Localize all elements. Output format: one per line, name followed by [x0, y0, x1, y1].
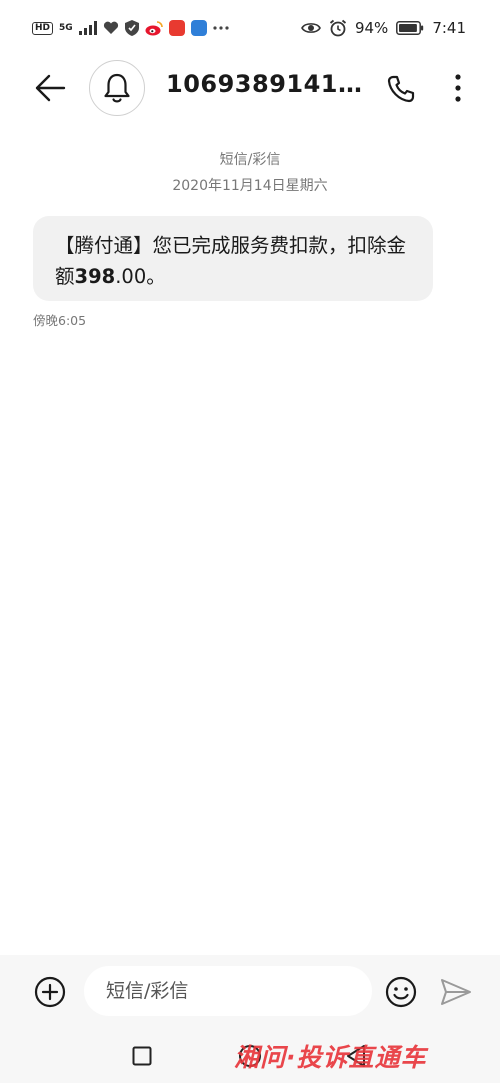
call-button[interactable]	[384, 72, 418, 106]
more-vertical-icon	[455, 74, 461, 102]
bell-icon	[104, 73, 130, 103]
eye-icon	[301, 21, 321, 35]
status-left: HD 5G	[32, 20, 229, 36]
phone-icon	[387, 75, 415, 103]
battery-icon	[396, 21, 424, 35]
network-type: 5G	[59, 22, 73, 33]
shield-icon	[124, 20, 139, 36]
recent-apps-button[interactable]	[132, 1046, 152, 1066]
weibo-icon	[145, 20, 163, 36]
recent-apps-icon	[132, 1046, 152, 1066]
send-button[interactable]	[438, 974, 474, 1010]
more-options-button[interactable]	[446, 70, 470, 106]
status-time: 7:41	[432, 19, 466, 37]
status-right: 94% 7:41	[301, 19, 466, 37]
message-input[interactable]	[84, 966, 372, 1016]
message-bubble[interactable]: 【腾付通】您已完成服务费扣款，扣除金额398.00。	[33, 216, 433, 301]
watermark: 湘问·投诉直通车	[234, 1043, 427, 1072]
contact-number: 10693891414...	[166, 70, 366, 98]
contact-avatar[interactable]	[89, 60, 145, 116]
hd-badge: HD	[32, 21, 54, 35]
app-icon	[190, 20, 207, 36]
send-icon	[441, 979, 471, 1005]
heart-icon	[103, 21, 119, 35]
conversation-header: 10693891414...	[0, 56, 500, 120]
message-time: 傍晚6:05	[33, 313, 87, 328]
more-notifications-icon	[213, 26, 229, 30]
back-arrow-icon	[35, 74, 66, 102]
battery-fill	[399, 24, 418, 32]
app-icon	[168, 20, 185, 36]
add-attachment-button[interactable]	[32, 974, 68, 1010]
add-circle-icon	[34, 976, 66, 1008]
message-text-suffix: .00。	[115, 265, 166, 288]
compose-bar	[0, 955, 500, 1027]
signal-icon	[78, 21, 97, 35]
emoji-button[interactable]	[383, 974, 419, 1010]
battery-percent: 94%	[354, 19, 389, 37]
emoji-icon	[385, 976, 417, 1008]
back-button[interactable]	[30, 70, 70, 106]
message-amount: 398	[74, 265, 116, 288]
alarm-icon	[329, 19, 347, 37]
conversation-date: 2020年11月14日星期六	[172, 178, 328, 194]
status-bar: HD 5G 94% 7:41	[0, 0, 500, 56]
message-type-label: 短信/彩信	[219, 152, 281, 168]
